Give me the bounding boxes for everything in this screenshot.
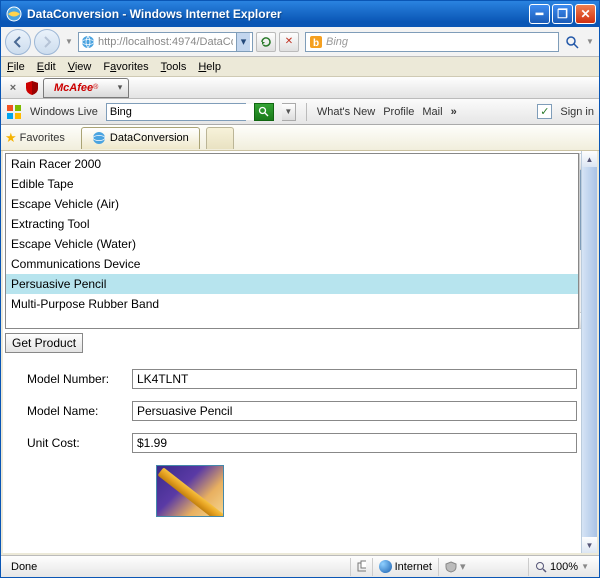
refresh-button[interactable] [256, 32, 276, 52]
search-go-button[interactable] [562, 32, 582, 52]
zoom-icon [535, 561, 547, 573]
status-protected-mode[interactable]: ▾ [439, 558, 529, 576]
list-item[interactable]: Escape Vehicle (Water) [6, 234, 578, 254]
globe-icon [379, 560, 392, 573]
menu-help[interactable]: Help [198, 61, 221, 73]
stop-button[interactable]: ✕ [279, 32, 299, 52]
new-tab-button[interactable] [206, 127, 234, 149]
list-item[interactable]: Escape Vehicle (Air) [6, 194, 578, 214]
star-icon: ★ [5, 130, 17, 146]
list-item[interactable]: Multi-Purpose Rubber Band [6, 294, 578, 314]
label-model-name: Model Name: [27, 404, 132, 418]
menu-edit[interactable]: Edit [37, 61, 56, 73]
menu-tools[interactable]: Tools [161, 61, 187, 73]
address-bar[interactable]: http://localhost:4974/DataConver ▾ [78, 32, 253, 52]
get-product-button[interactable]: Get Product [5, 333, 83, 353]
menu-bar: File Edit View Favorites Tools Help [1, 57, 599, 77]
tab-page-icon [92, 131, 106, 145]
mcafee-shield-icon [24, 80, 40, 96]
label-model-number: Model Number: [27, 372, 132, 386]
input-model-number[interactable] [132, 369, 577, 389]
page-scroll-thumb[interactable] [582, 167, 597, 537]
page-scroll-up[interactable]: ▲ [582, 151, 597, 167]
product-image [156, 465, 224, 517]
page-scroll-down[interactable]: ▼ [582, 537, 597, 553]
forward-button[interactable] [34, 29, 60, 55]
status-zoom[interactable]: 100% ▼ [529, 558, 595, 576]
search-options-dropdown[interactable]: ▼ [585, 37, 595, 46]
input-unit-cost[interactable] [132, 433, 577, 453]
mcafee-toolbar: × McAfee® [1, 77, 599, 99]
windows-live-toolbar: Windows Live ▼ What's New Profile Mail »… [1, 99, 599, 125]
mcafee-dropdown[interactable]: McAfee® [43, 78, 129, 98]
wl-profile[interactable]: Profile [383, 106, 414, 118]
product-form: Model Number: Model Name: Unit Cost: [3, 357, 597, 527]
nav-history-dropdown[interactable]: ▼ [63, 33, 75, 51]
mcafee-close[interactable]: × [5, 82, 21, 94]
product-listbox[interactable]: Rain Racer 2000Edible TapeEscape Vehicle… [5, 153, 579, 329]
back-button[interactable] [5, 29, 31, 55]
page-content: Rain Racer 2000Edible TapeEscape Vehicle… [1, 151, 599, 555]
status-bar: Done Internet ▾ 100% ▼ [1, 555, 599, 577]
wl-whats-new[interactable]: What's New [317, 106, 375, 118]
pencil-icon [157, 467, 224, 517]
svg-text:b: b [313, 38, 319, 48]
list-item[interactable]: Rain Racer 2000 [6, 154, 578, 174]
windows-live-label[interactable]: Windows Live [30, 106, 98, 118]
status-done: Done [5, 558, 351, 576]
close-window-button[interactable]: ✕ [575, 4, 596, 24]
browser-window: DataConversion - Windows Internet Explor… [0, 0, 600, 578]
window-title: DataConversion - Windows Internet Explor… [27, 7, 529, 21]
tab-title: DataConversion [110, 132, 189, 144]
browser-tab[interactable]: DataConversion [81, 127, 200, 149]
input-model-name[interactable] [132, 401, 577, 421]
wl-signin[interactable]: Sign in [560, 106, 594, 118]
page-scrollbar[interactable]: ▲ ▼ [581, 151, 597, 553]
wl-more[interactable]: » [451, 106, 457, 118]
wl-search-go[interactable] [254, 103, 274, 121]
wl-mail[interactable]: Mail [422, 106, 442, 118]
minimize-button[interactable]: ━ [529, 4, 550, 24]
status-zone[interactable]: Internet [373, 558, 439, 576]
list-item[interactable]: Communications Device [6, 254, 578, 274]
favorites-button[interactable]: ★ Favorites [5, 130, 65, 146]
list-item[interactable]: Persuasive Pencil [6, 274, 578, 294]
address-text: http://localhost:4974/DataConver [98, 36, 233, 48]
favorites-bar: ★ Favorites DataConversion [1, 125, 599, 151]
page-icon [81, 35, 95, 49]
menu-view[interactable]: View [68, 61, 92, 73]
title-bar: DataConversion - Windows Internet Explor… [1, 1, 599, 27]
divider [306, 103, 307, 121]
shield-off-icon [445, 561, 457, 573]
menu-file[interactable]: File [7, 61, 25, 73]
wl-search-dropdown[interactable]: ▼ [282, 103, 296, 121]
wl-search-field[interactable] [107, 104, 255, 120]
wl-search-input[interactable] [106, 103, 246, 121]
list-item[interactable]: Edible Tape [6, 174, 578, 194]
bing-icon: b [309, 35, 323, 49]
nav-toolbar: ▼ http://localhost:4974/DataConver ▾ ✕ b… [1, 27, 599, 57]
search-box[interactable]: b Bing [305, 32, 559, 52]
wl-checkbox[interactable]: ✓ [537, 104, 552, 119]
menu-favorites[interactable]: Favorites [103, 61, 148, 73]
maximize-button[interactable]: ❐ [552, 4, 573, 24]
label-unit-cost: Unit Cost: [27, 436, 132, 450]
status-popup-icon[interactable] [351, 558, 373, 576]
search-placeholder: Bing [326, 36, 348, 48]
address-dropdown[interactable]: ▾ [236, 33, 250, 51]
ie-icon [6, 6, 22, 22]
list-item[interactable]: Extracting Tool [6, 214, 578, 234]
windows-live-flag-icon [6, 104, 22, 120]
